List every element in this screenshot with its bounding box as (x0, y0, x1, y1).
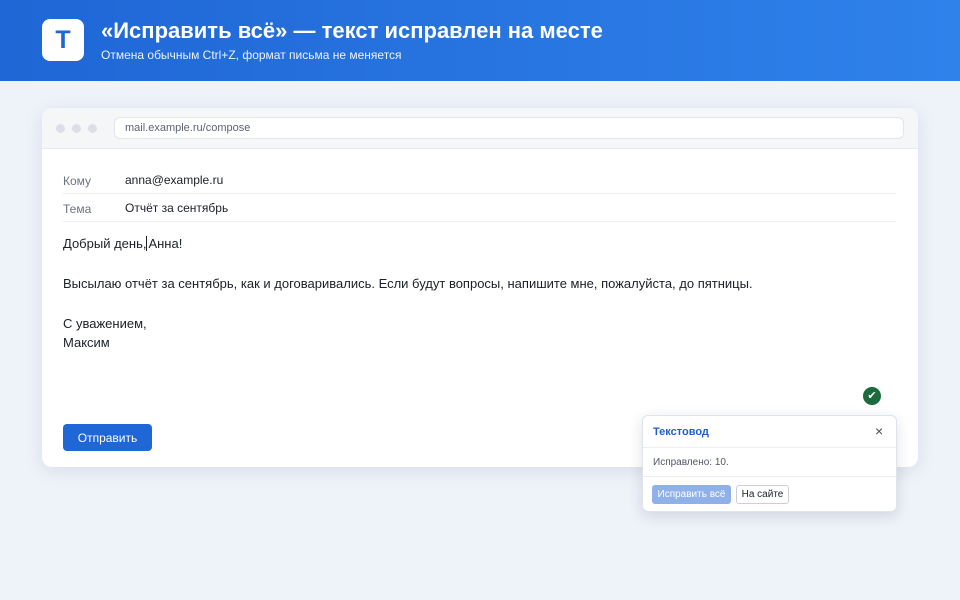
popup-divider (643, 476, 896, 477)
subject-field-row: Тема Отчёт за сентябрь (63, 194, 896, 222)
window-maximize-dot[interactable] (88, 124, 97, 133)
message-signature[interactable]: Максим (63, 335, 110, 350)
message-closing[interactable]: С уважением, (63, 316, 147, 331)
message-paragraph[interactable]: Высылаю отчёт за сентябрь, как и договар… (63, 276, 753, 291)
to-label: Кому (63, 174, 92, 188)
send-button[interactable]: Отправить (63, 424, 152, 451)
window-minimize-dot[interactable] (72, 124, 81, 133)
address-bar[interactable]: mail.example.ru/compose (114, 117, 904, 139)
to-field-row: Кому anna@example.ru (63, 166, 896, 194)
checkmark-icon[interactable]: ✔ (863, 387, 881, 405)
message-greeting[interactable]: Добрый день, Анна! (63, 236, 182, 251)
popup-status: Исправлено: 10. (653, 457, 729, 468)
header-banner: T «Исправить всё» — текст исправлен на м… (0, 0, 960, 81)
browser-toolbar: mail.example.ru/compose (42, 108, 918, 149)
textovod-popup: Текстовод × Исправлено: 10. Исправить вс… (642, 415, 897, 512)
popup-divider (643, 447, 896, 448)
to-field[interactable]: anna@example.ru (125, 173, 223, 187)
window-close-dot[interactable] (56, 124, 65, 133)
app-logo: T (42, 19, 84, 61)
subject-label: Тема (63, 202, 92, 216)
greeting-text-before-caret: Добрый день, (63, 236, 147, 251)
popup-title: Текстовод (653, 426, 709, 438)
banner-title: «Исправить всё» — текст исправлен на мес… (101, 18, 603, 43)
subject-field[interactable]: Отчёт за сентябрь (125, 201, 228, 215)
banner-subtitle: Отмена обычным Ctrl+Z, формат письма не … (101, 48, 402, 62)
on-site-button[interactable]: На сайте (736, 485, 789, 504)
browser-window: mail.example.ru/compose Кому anna@exampl… (42, 108, 918, 467)
close-icon[interactable]: × (875, 424, 883, 438)
greeting-text-after-caret: Анна! (148, 236, 183, 251)
fix-all-button[interactable]: Исправить всё (652, 485, 731, 504)
